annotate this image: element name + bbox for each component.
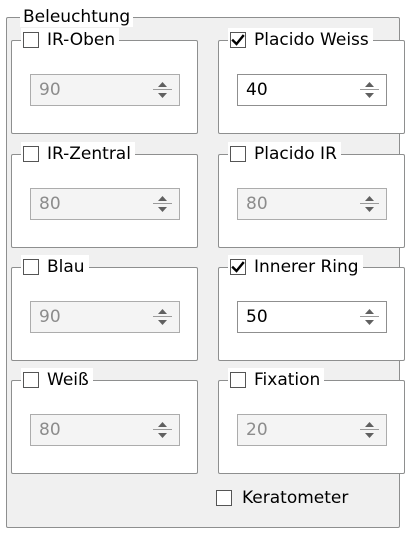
placido-ir-spin-buttons[interactable]: [360, 194, 379, 214]
fixation-header[interactable]: Fixation: [228, 368, 325, 392]
ir-zentral-header[interactable]: IR-Zentral: [21, 142, 135, 166]
innerer-ring-checkbox[interactable]: [230, 259, 246, 275]
ir-oben-spin-buttons[interactable]: [153, 80, 172, 100]
fixation-checkbox[interactable]: [230, 372, 246, 388]
placido-weiss-value-spinbox[interactable]: 40: [237, 74, 387, 106]
placido-weiss-checkbox[interactable]: [230, 32, 246, 48]
innerer-ring-value[interactable]: 50: [246, 307, 268, 327]
innerer-ring-label: Innerer Ring: [254, 257, 359, 277]
ir-zentral-checkbox[interactable]: [23, 146, 39, 162]
innerer-ring-header[interactable]: Innerer Ring: [228, 255, 363, 279]
ir-oben-value[interactable]: 90: [39, 80, 61, 100]
fixation-value[interactable]: 20: [246, 420, 268, 440]
spin-down-icon[interactable]: [360, 317, 379, 327]
group-fixation: Fixation 20: [218, 368, 405, 474]
ir-zentral-value-spinbox[interactable]: 80: [30, 188, 180, 220]
spin-up-icon[interactable]: [153, 307, 172, 317]
ir-oben-label: IR-Oben: [47, 30, 116, 50]
fixation-label: Fixation: [254, 370, 321, 390]
ir-oben-checkbox[interactable]: [23, 32, 39, 48]
spin-down-icon[interactable]: [153, 317, 172, 327]
spin-down-icon[interactable]: [153, 430, 172, 440]
spin-down-icon[interactable]: [153, 90, 172, 100]
spin-down-icon[interactable]: [360, 204, 379, 214]
beleuchtung-title: Beleuchtung: [20, 7, 134, 27]
weiss-label: Weiß: [47, 370, 89, 390]
group-ir-oben: IR-Oben 90: [11, 28, 198, 134]
spin-down-icon[interactable]: [360, 90, 379, 100]
keratometer-option[interactable]: Keratometer: [216, 488, 348, 508]
spin-up-icon[interactable]: [360, 307, 379, 317]
placido-ir-checkbox[interactable]: [230, 146, 246, 162]
placido-weiss-value[interactable]: 40: [246, 80, 268, 100]
blau-spin-buttons[interactable]: [153, 307, 172, 327]
innerer-ring-value-spinbox[interactable]: 50: [237, 301, 387, 333]
spin-down-icon[interactable]: [153, 204, 172, 214]
group-placido-weiss: Placido Weiss 40: [218, 28, 405, 134]
weiss-value[interactable]: 80: [39, 420, 61, 440]
keratometer-label: Keratometer: [242, 488, 349, 508]
blau-value-spinbox[interactable]: 90: [30, 301, 180, 333]
group-placido-ir: Placido IR 80: [218, 142, 405, 248]
weiss-value-spinbox[interactable]: 80: [30, 414, 180, 446]
spin-up-icon[interactable]: [153, 194, 172, 204]
blau-checkbox[interactable]: [23, 259, 39, 275]
group-weiss: Weiß 80: [11, 368, 198, 474]
ir-zentral-label: IR-Zentral: [47, 144, 131, 164]
ir-zentral-spin-buttons[interactable]: [153, 194, 172, 214]
spin-down-icon[interactable]: [360, 430, 379, 440]
fixation-value-spinbox[interactable]: 20: [237, 414, 387, 446]
placido-ir-header[interactable]: Placido IR: [228, 142, 341, 166]
keratometer-checkbox[interactable]: [216, 490, 232, 506]
weiss-spin-buttons[interactable]: [153, 420, 172, 440]
spin-up-icon[interactable]: [360, 80, 379, 90]
placido-weiss-header[interactable]: Placido Weiss: [228, 28, 373, 52]
weiss-header[interactable]: Weiß: [21, 368, 93, 392]
fixation-spin-buttons[interactable]: [360, 420, 379, 440]
weiss-checkbox[interactable]: [23, 372, 39, 388]
placido-ir-label: Placido IR: [254, 144, 337, 164]
spin-up-icon[interactable]: [153, 420, 172, 430]
placido-weiss-label: Placido Weiss: [254, 30, 369, 50]
group-ir-zentral: IR-Zentral 80: [11, 142, 198, 248]
blau-header[interactable]: Blau: [21, 255, 89, 279]
group-blau: Blau 90: [11, 255, 198, 361]
ir-oben-header[interactable]: IR-Oben: [21, 28, 120, 52]
blau-value[interactable]: 90: [39, 307, 61, 327]
spin-up-icon[interactable]: [360, 194, 379, 204]
innerer-ring-spin-buttons[interactable]: [360, 307, 379, 327]
group-innerer-ring: Innerer Ring 50: [218, 255, 405, 361]
placido-weiss-spin-buttons[interactable]: [360, 80, 379, 100]
ir-zentral-value[interactable]: 80: [39, 194, 61, 214]
placido-ir-value-spinbox[interactable]: 80: [237, 188, 387, 220]
spin-up-icon[interactable]: [360, 420, 379, 430]
ir-oben-value-spinbox[interactable]: 90: [30, 74, 180, 106]
spin-up-icon[interactable]: [153, 80, 172, 90]
blau-label: Blau: [47, 257, 85, 277]
placido-ir-value[interactable]: 80: [246, 194, 268, 214]
